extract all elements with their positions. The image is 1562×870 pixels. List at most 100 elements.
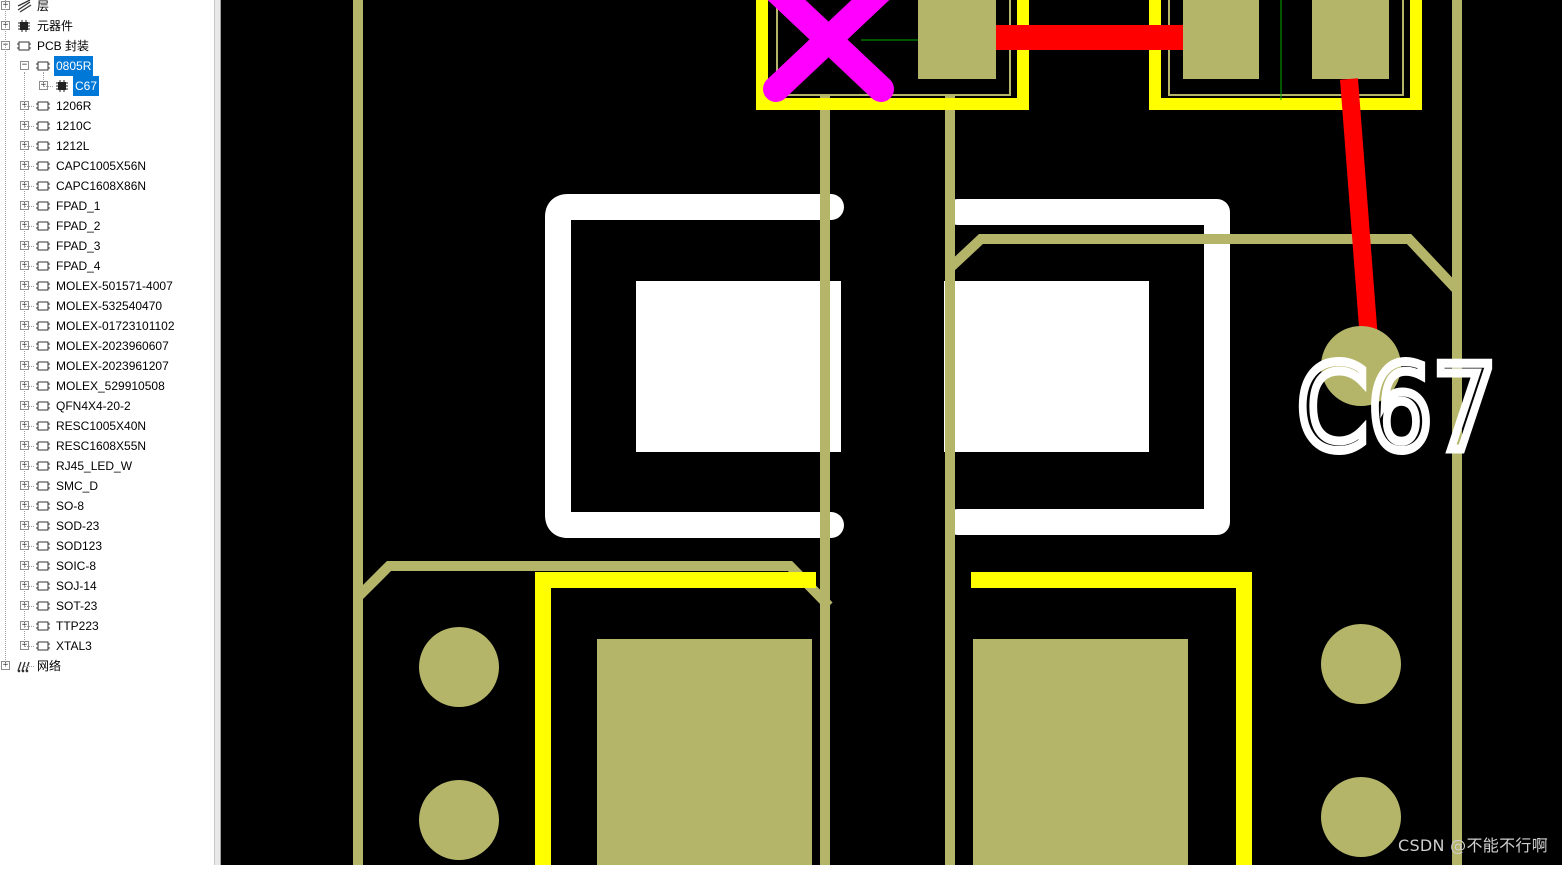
tree-connector bbox=[24, 326, 34, 327]
tree-connector bbox=[5, 0, 6, 666]
tree-connector bbox=[24, 126, 34, 127]
tree-item-label: SMC_D bbox=[56, 479, 99, 493]
tree-item-label: 1206R bbox=[56, 99, 92, 113]
smd-pad-large[interactable] bbox=[973, 639, 1188, 865]
expand-toggle-icon[interactable]: − bbox=[20, 61, 29, 70]
component-icon bbox=[56, 80, 68, 92]
tree-item-label: TTP223 bbox=[56, 619, 99, 633]
tree-item-label: 1212L bbox=[56, 139, 90, 153]
pane-splitter[interactable] bbox=[214, 0, 221, 865]
tree-connector bbox=[24, 546, 34, 547]
project-tree[interactable]: + 层 + 元器件 − PCB 封装 −0805R + C67 +1206R +1210C +1212… bbox=[0, 0, 214, 865]
footprint-icon bbox=[36, 381, 50, 391]
tree-item-label: RESC1608X55N bbox=[56, 439, 147, 453]
silk-block-right bbox=[944, 281, 1149, 452]
tree-item-label: SOD123 bbox=[56, 539, 103, 553]
footprint-icon bbox=[36, 361, 50, 371]
footprint-icon bbox=[36, 261, 50, 271]
footprint-icon bbox=[36, 621, 50, 631]
tree-item-label: 网络 bbox=[37, 659, 62, 673]
tree-connector bbox=[24, 566, 34, 567]
tree-connector bbox=[24, 586, 34, 587]
tree-item-C67[interactable]: + C67 bbox=[0, 76, 214, 96]
trace-horizontal bbox=[996, 25, 1183, 50]
tree-item-layers[interactable]: + 层 bbox=[0, 0, 214, 16]
watermark: CSDN @不能不行啊 bbox=[1397, 836, 1548, 855]
footprint-icon bbox=[36, 321, 50, 331]
pcb-drawing[interactable]: C67 bbox=[221, 0, 1562, 865]
tree-connector bbox=[24, 386, 34, 387]
tree-connector bbox=[24, 426, 34, 427]
tree-connector bbox=[43, 86, 53, 87]
tree-item-label: MOLEX_529910508 bbox=[56, 379, 165, 393]
tree-item-label: CAPC1608X86N bbox=[56, 179, 147, 193]
tree-connector bbox=[24, 346, 34, 347]
footprint-icon bbox=[36, 461, 50, 471]
through-hole-pad[interactable] bbox=[1321, 777, 1401, 857]
tree-connector bbox=[24, 246, 34, 247]
tree-connector bbox=[24, 486, 34, 487]
tree-connector bbox=[24, 646, 34, 647]
footprint-icon bbox=[36, 181, 50, 191]
tree-item-label: FPAD_3 bbox=[56, 239, 101, 253]
tree-item-label: FPAD_4 bbox=[56, 259, 101, 273]
tree-connector bbox=[24, 506, 34, 507]
tree-item-label: MOLEX-2023961207 bbox=[56, 359, 169, 373]
tree-item-label: C67 bbox=[73, 76, 100, 96]
through-hole-pad[interactable] bbox=[419, 780, 499, 860]
tree-connector bbox=[24, 146, 34, 147]
footprint-icon bbox=[36, 301, 50, 311]
footprint-icon bbox=[36, 641, 50, 651]
layers-icon bbox=[17, 0, 32, 13]
footprint-icon bbox=[36, 541, 50, 551]
footprint-icon bbox=[36, 221, 50, 231]
smd-pad-large[interactable] bbox=[597, 639, 812, 865]
footprint-icon bbox=[36, 241, 50, 251]
tree-connector bbox=[24, 446, 34, 447]
tree-connector bbox=[24, 286, 34, 287]
tree-item-label: CAPC1005X56N bbox=[56, 159, 147, 173]
footprint-icon bbox=[36, 401, 50, 411]
tree-connector bbox=[24, 366, 34, 367]
tree-item-components[interactable]: + 元器件 bbox=[0, 16, 214, 36]
tree-item-label: PCB 封装 bbox=[37, 39, 90, 53]
tree-item-label: 0805R bbox=[54, 56, 94, 76]
footprint-icon bbox=[36, 561, 50, 571]
tree-connector bbox=[43, 72, 44, 86]
silk-block-left bbox=[636, 281, 841, 452]
smd-pad[interactable] bbox=[1312, 0, 1389, 79]
tree-item-label: 元器件 bbox=[37, 19, 74, 33]
footprint-icon bbox=[36, 101, 50, 111]
tree-connector bbox=[24, 666, 34, 667]
trace-vertical bbox=[1340, 78, 1378, 341]
tree-connector bbox=[24, 606, 34, 607]
tree-item-label: SOIC-8 bbox=[56, 559, 97, 573]
tree-item-0805R[interactable]: − 0805R bbox=[0, 56, 214, 76]
component-icon bbox=[18, 20, 30, 32]
tree-connector bbox=[24, 466, 34, 467]
pcb-canvas[interactable]: C67 bbox=[221, 0, 1562, 865]
tree-connector bbox=[24, 266, 34, 267]
footprint-icon bbox=[36, 441, 50, 451]
cursor-x-icon bbox=[763, 0, 894, 102]
footprint-icon bbox=[36, 481, 50, 491]
tree-item-label: RJ45_LED_W bbox=[56, 459, 133, 473]
tree-item-label: XTAL3 bbox=[56, 639, 92, 653]
tree-item-label: SOJ-14 bbox=[56, 579, 97, 593]
tree-connector bbox=[24, 72, 25, 646]
smd-pad[interactable] bbox=[918, 0, 996, 79]
footprint-icon bbox=[36, 521, 50, 531]
tree-item-label: MOLEX-532540470 bbox=[56, 299, 163, 313]
tree-item-label: 1210C bbox=[56, 119, 92, 133]
tree-connector bbox=[24, 406, 34, 407]
through-hole-pad[interactable] bbox=[1321, 624, 1401, 704]
tree-item-label: SOD-23 bbox=[56, 519, 100, 533]
tree-item-label: QFN4X4-20-2 bbox=[56, 399, 131, 413]
footprint-icon bbox=[36, 581, 50, 591]
footprint-icon bbox=[36, 281, 50, 291]
tree-item-pcb-footprints[interactable]: − PCB 封装 bbox=[0, 36, 214, 56]
footprint-icon bbox=[36, 61, 50, 71]
tree-item-label: FPAD_1 bbox=[56, 199, 101, 213]
through-hole-pad[interactable] bbox=[419, 627, 499, 707]
smd-pad[interactable] bbox=[1183, 0, 1259, 79]
